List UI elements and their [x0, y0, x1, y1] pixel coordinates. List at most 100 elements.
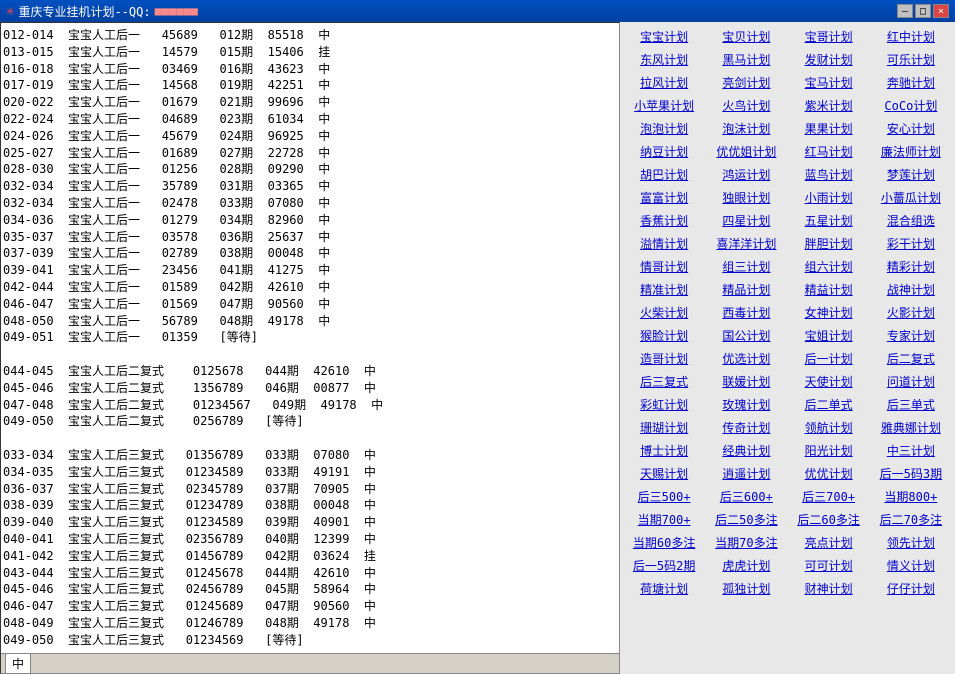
link-item[interactable]: 宝马计划 [789, 72, 869, 93]
link-item[interactable]: 彩虹计划 [624, 394, 704, 415]
link-item[interactable]: 富富计划 [624, 187, 704, 208]
link-item[interactable]: 溢情计划 [624, 233, 704, 254]
link-item[interactable]: 小苹果计划 [624, 95, 704, 116]
status-badge[interactable]: 中 [5, 653, 31, 674]
link-item[interactable]: 逍遥计划 [706, 463, 786, 484]
link-item[interactable]: 后一计划 [789, 348, 869, 369]
link-item[interactable]: 五星计划 [789, 210, 869, 231]
link-item[interactable]: 国公计划 [706, 325, 786, 346]
link-item[interactable]: 优优姐计划 [706, 141, 786, 162]
link-item[interactable]: 西毒计划 [706, 302, 786, 323]
link-item[interactable]: CoCo计划 [871, 95, 951, 116]
link-item[interactable]: 可可计划 [789, 555, 869, 576]
link-item[interactable]: 精彩计划 [871, 256, 951, 277]
link-item[interactable]: 精品计划 [706, 279, 786, 300]
link-item[interactable]: 后一5码2期 [624, 555, 704, 576]
link-item[interactable]: 小雨计划 [789, 187, 869, 208]
link-item[interactable]: 独眼计划 [706, 187, 786, 208]
link-item[interactable]: 财神计划 [789, 578, 869, 599]
link-item[interactable]: 猴脸计划 [624, 325, 704, 346]
link-item[interactable]: 情哥计划 [624, 256, 704, 277]
link-item[interactable]: 东风计划 [624, 49, 704, 70]
link-item[interactable]: 孤独计划 [706, 578, 786, 599]
link-item[interactable]: 后三600+ [706, 486, 786, 507]
link-item[interactable]: 当期70多注 [706, 532, 786, 553]
link-item[interactable]: 廉法师计划 [871, 141, 951, 162]
link-item[interactable]: 中三计划 [871, 440, 951, 461]
link-item[interactable]: 玫瑰计划 [706, 394, 786, 415]
link-item[interactable]: 传奇计划 [706, 417, 786, 438]
link-item[interactable]: 宝宝计划 [624, 26, 704, 47]
link-item[interactable]: 联媛计划 [706, 371, 786, 392]
close-button[interactable]: × [933, 4, 949, 18]
link-item[interactable]: 奔驰计划 [871, 72, 951, 93]
link-item[interactable]: 可乐计划 [871, 49, 951, 70]
link-item[interactable]: 后三500+ [624, 486, 704, 507]
link-item[interactable]: 后二单式 [789, 394, 869, 415]
link-item[interactable]: 黑马计划 [706, 49, 786, 70]
link-item[interactable]: 发财计划 [789, 49, 869, 70]
link-item[interactable]: 喜洋洋计划 [706, 233, 786, 254]
link-item[interactable]: 火鸟计划 [706, 95, 786, 116]
link-item[interactable]: 组六计划 [789, 256, 869, 277]
link-item[interactable]: 博士计划 [624, 440, 704, 461]
link-item[interactable]: 小薔瓜计划 [871, 187, 951, 208]
link-item[interactable]: 后三复式 [624, 371, 704, 392]
link-item[interactable]: 火影计划 [871, 302, 951, 323]
link-item[interactable]: 问道计划 [871, 371, 951, 392]
link-item[interactable]: 鸿运计划 [706, 164, 786, 185]
link-item[interactable]: 后一5码3期 [871, 463, 951, 484]
link-item[interactable]: 四星计划 [706, 210, 786, 231]
link-item[interactable]: 安心计划 [871, 118, 951, 139]
link-item[interactable]: 亮点计划 [789, 532, 869, 553]
link-item[interactable]: 混合组选 [871, 210, 951, 231]
link-item[interactable]: 后二60多注 [789, 509, 869, 530]
text-area[interactable]: 012-014 宝宝人工后一 45689 012期 85518 中 013-01… [1, 23, 619, 653]
link-item[interactable]: 领航计划 [789, 417, 869, 438]
link-item[interactable]: 蓝鸟计划 [789, 164, 869, 185]
link-item[interactable]: 香蕉计划 [624, 210, 704, 231]
link-item[interactable]: 珊瑚计划 [624, 417, 704, 438]
link-item[interactable]: 亮剑计划 [706, 72, 786, 93]
link-item[interactable]: 胖胆计划 [789, 233, 869, 254]
link-item[interactable]: 泡沫计划 [706, 118, 786, 139]
link-item[interactable]: 后二50多注 [706, 509, 786, 530]
link-item[interactable]: 精准计划 [624, 279, 704, 300]
link-item[interactable]: 优优计划 [789, 463, 869, 484]
link-item[interactable]: 领先计划 [871, 532, 951, 553]
link-item[interactable]: 当期700+ [624, 509, 704, 530]
link-item[interactable]: 雅典娜计划 [871, 417, 951, 438]
restore-button[interactable]: □ [915, 4, 931, 18]
link-item[interactable]: 仔仔计划 [871, 578, 951, 599]
link-item[interactable]: 专家计划 [871, 325, 951, 346]
link-item[interactable]: 情义计划 [871, 555, 951, 576]
link-item[interactable]: 虎虎计划 [706, 555, 786, 576]
link-item[interactable]: 阳光计划 [789, 440, 869, 461]
link-item[interactable]: 彩干计划 [871, 233, 951, 254]
link-item[interactable]: 泡泡计划 [624, 118, 704, 139]
link-item[interactable]: 经典计划 [706, 440, 786, 461]
link-item[interactable]: 后二70多注 [871, 509, 951, 530]
link-item[interactable]: 火柴计划 [624, 302, 704, 323]
link-item[interactable]: 梦莲计划 [871, 164, 951, 185]
minimize-button[interactable]: — [897, 4, 913, 18]
link-item[interactable]: 优选计划 [706, 348, 786, 369]
link-item[interactable]: 宝贝计划 [706, 26, 786, 47]
link-item[interactable]: 造哥计划 [624, 348, 704, 369]
link-item[interactable]: 红中计划 [871, 26, 951, 47]
link-item[interactable]: 宝哥计划 [789, 26, 869, 47]
link-item[interactable]: 当期800+ [871, 486, 951, 507]
link-item[interactable]: 后二复式 [871, 348, 951, 369]
link-item[interactable]: 紫米计划 [789, 95, 869, 116]
link-item[interactable]: 宝姐计划 [789, 325, 869, 346]
link-item[interactable]: 战神计划 [871, 279, 951, 300]
link-item[interactable]: 天赐计划 [624, 463, 704, 484]
link-item[interactable]: 后三单式 [871, 394, 951, 415]
link-item[interactable]: 组三计划 [706, 256, 786, 277]
link-item[interactable]: 红马计划 [789, 141, 869, 162]
link-item[interactable]: 女神计划 [789, 302, 869, 323]
link-item[interactable]: 果果计划 [789, 118, 869, 139]
link-item[interactable]: 天使计划 [789, 371, 869, 392]
link-item[interactable]: 拉风计划 [624, 72, 704, 93]
link-item[interactable]: 胡巴计划 [624, 164, 704, 185]
